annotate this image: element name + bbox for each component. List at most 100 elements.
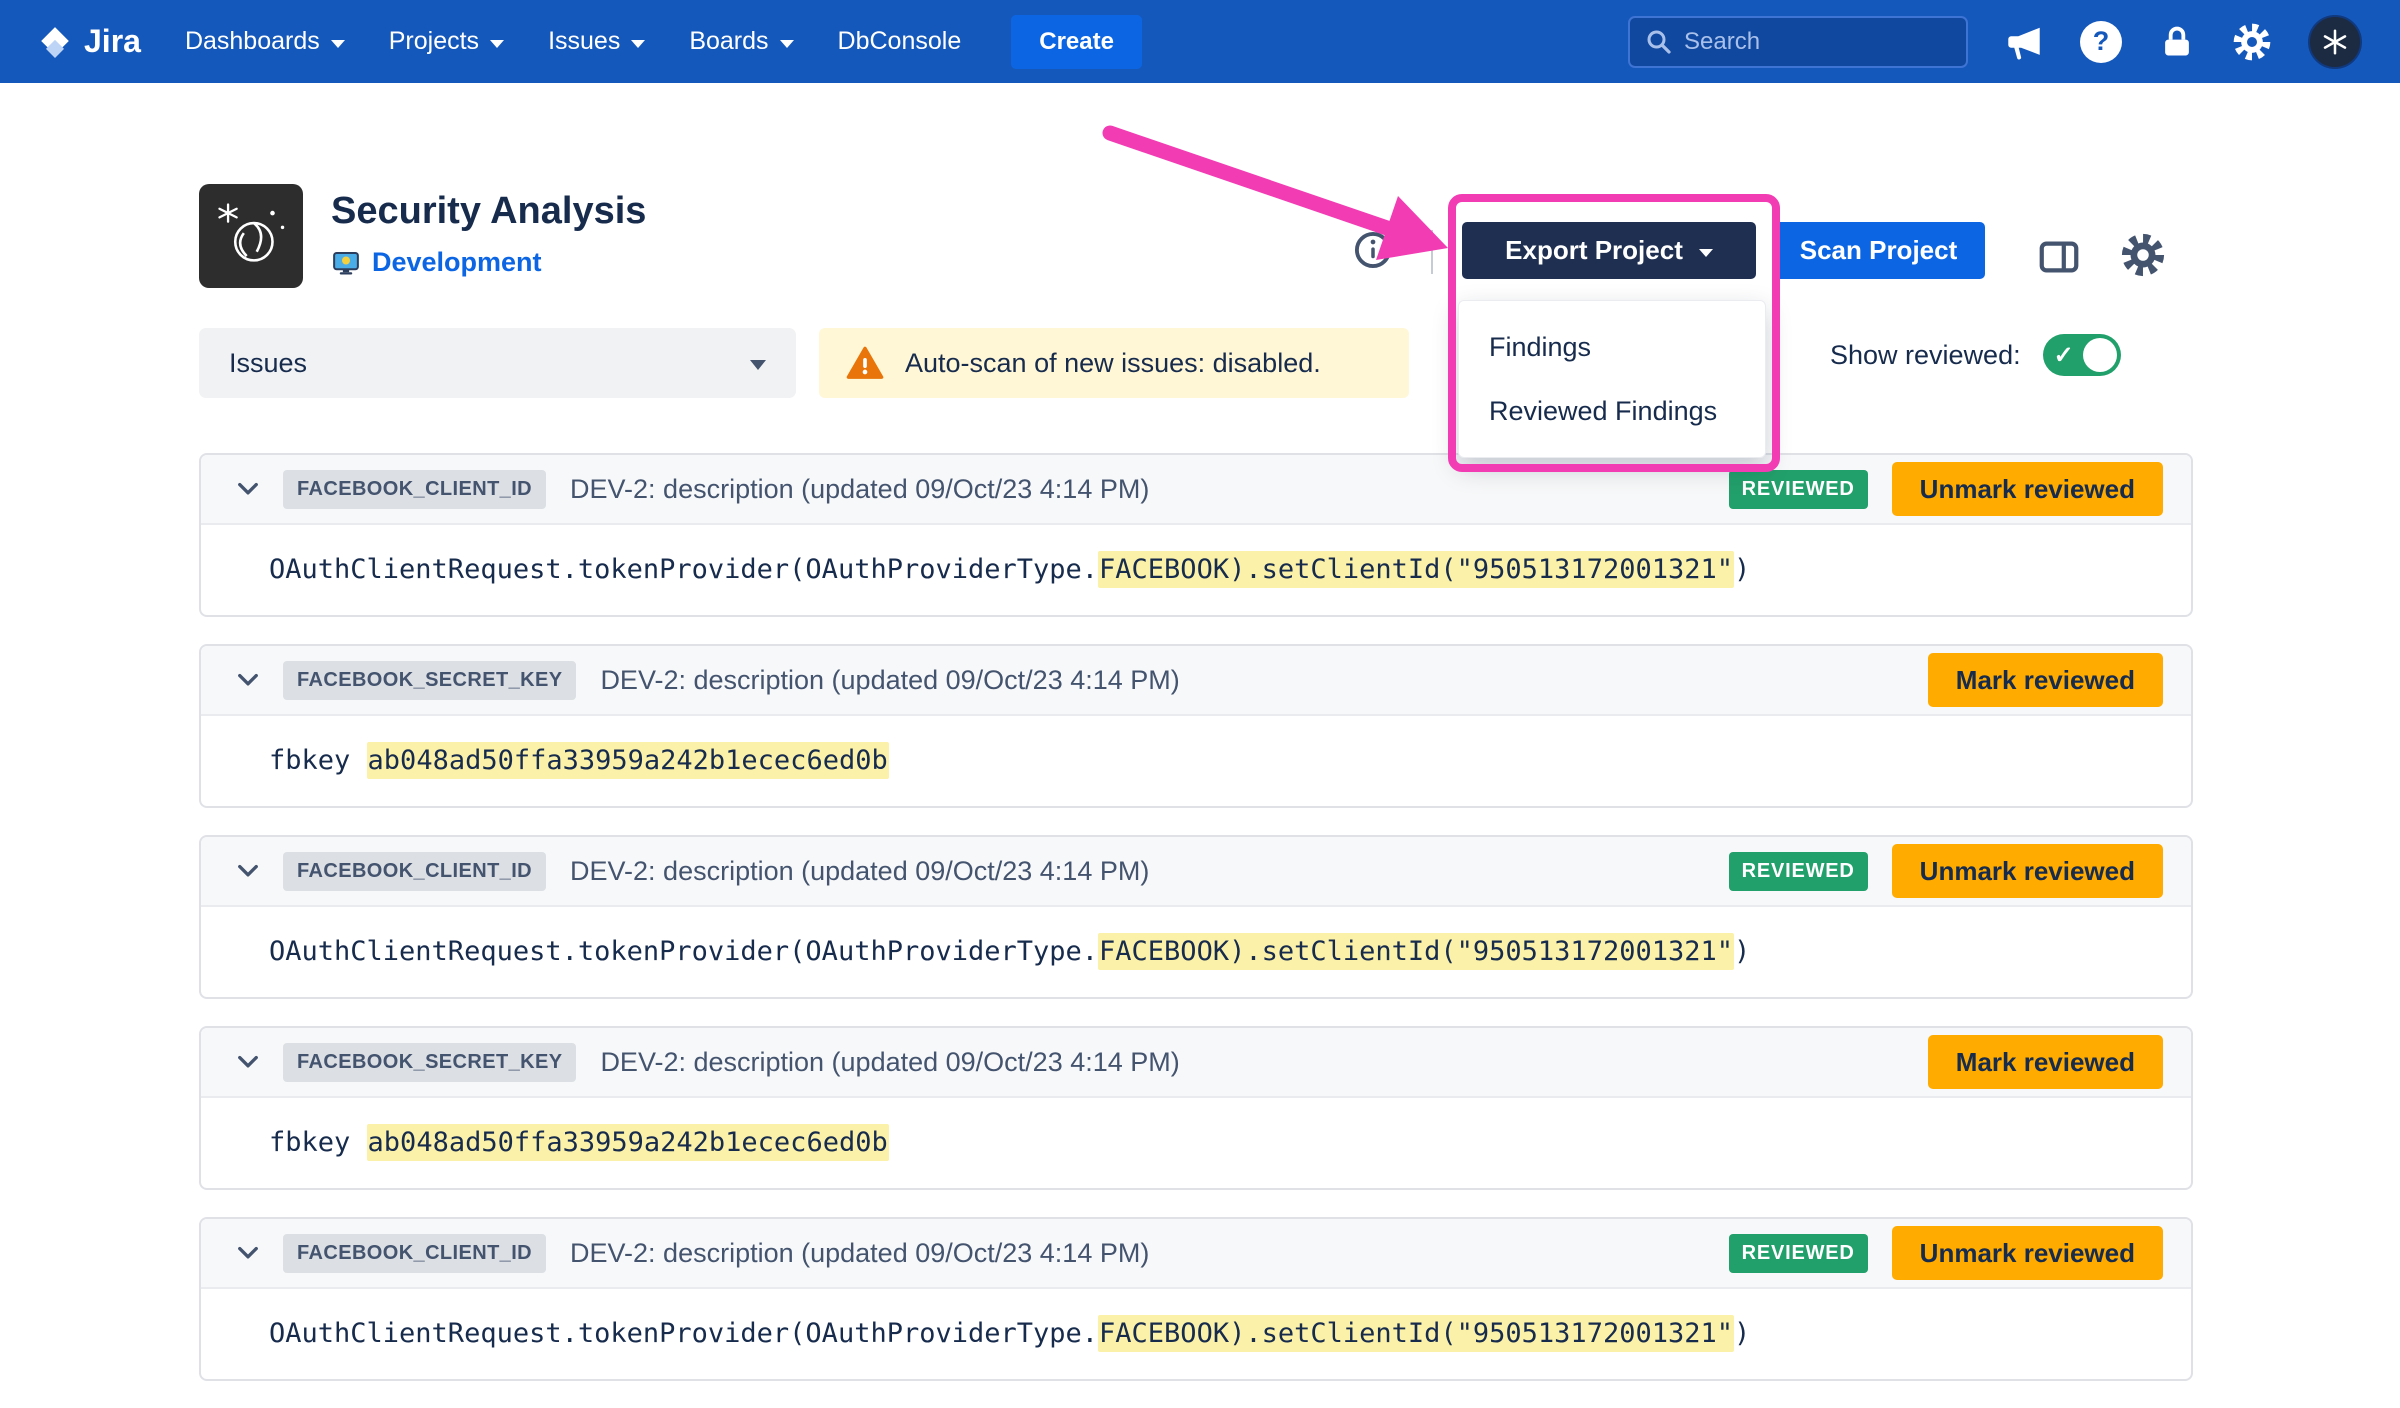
expand-chevron-icon[interactable] xyxy=(237,673,259,687)
findings-list: FACEBOOK_CLIENT_ID DEV-2: description (u… xyxy=(199,453,2193,1408)
header-actions: Mark reviewed xyxy=(1928,653,2163,707)
finding-card-header[interactable]: FACEBOOK_CLIENT_ID DEV-2: description (u… xyxy=(201,455,2191,525)
project-avatar-art xyxy=(208,193,294,279)
search-icon xyxy=(1644,27,1674,57)
jira-logo[interactable]: Jira xyxy=(38,23,141,60)
code-segment-highlighted: FACEBOOK).setClientId("950513172001321" xyxy=(1098,551,1734,588)
mark-reviewed-button[interactable]: Mark reviewed xyxy=(1928,653,2163,707)
expand-chevron-icon[interactable] xyxy=(237,1246,259,1260)
issues-filter-value: Issues xyxy=(229,348,307,379)
info-button[interactable] xyxy=(1352,229,1394,271)
header-actions: REVIEWED Unmark reviewed xyxy=(1729,844,2163,898)
finding-title: DEV-2: description (updated 09/Oct/23 4:… xyxy=(570,1238,1149,1269)
code-segment: ) xyxy=(1734,1318,1750,1349)
settings-button[interactable] xyxy=(2120,232,2166,278)
show-reviewed-toggle[interactable] xyxy=(2043,334,2121,376)
chevron-down-icon xyxy=(780,40,794,48)
megaphone-icon xyxy=(2004,22,2044,62)
nav-item-boards[interactable]: Boards xyxy=(689,27,793,56)
page: Jira Dashboards Projects Issues Boards D… xyxy=(0,0,2400,1400)
mark-reviewed-button[interactable]: Mark reviewed xyxy=(1928,1035,2163,1089)
lock-icon xyxy=(2158,23,2196,61)
help-icon xyxy=(2080,21,2122,63)
finding-card: FACEBOOK_SECRET_KEY DEV-2: description (… xyxy=(199,1026,2193,1190)
finding-type-badge: FACEBOOK_SECRET_KEY xyxy=(283,661,576,700)
avatar-snowflake-icon xyxy=(2320,27,2350,57)
show-reviewed-control: Show reviewed: xyxy=(1830,334,2121,376)
unmark-reviewed-button[interactable]: Unmark reviewed xyxy=(1892,462,2163,516)
nav-item-label: DbConsole xyxy=(838,27,962,56)
issues-filter-select[interactable]: Issues xyxy=(199,328,796,398)
autoscan-warning-banner: Auto-scan of new issues: disabled. xyxy=(819,328,1409,398)
toggle-knob xyxy=(2083,338,2117,372)
admin-settings-button[interactable] xyxy=(2232,22,2272,62)
finding-card-header[interactable]: FACEBOOK_CLIENT_ID DEV-2: description (u… xyxy=(201,1219,2191,1289)
nav-item-label: Issues xyxy=(548,27,620,56)
nav-item-label: Projects xyxy=(389,27,479,56)
unmark-reviewed-button[interactable]: Unmark reviewed xyxy=(1892,844,2163,898)
nav-item-dbconsole[interactable]: DbConsole xyxy=(838,27,962,56)
export-menu-item-reviewed-findings[interactable]: Reviewed Findings xyxy=(1459,379,1765,443)
search-input[interactable] xyxy=(1684,28,1952,56)
finding-card-header[interactable]: FACEBOOK_CLIENT_ID DEV-2: description (u… xyxy=(201,837,2191,907)
finding-type-badge: FACEBOOK_CLIENT_ID xyxy=(283,470,546,509)
export-project-label: Export Project xyxy=(1505,235,1683,266)
code-segment-highlighted: ab048ad50ffa33959a242b1ecec6ed0b xyxy=(367,742,889,779)
project-link[interactable]: Development xyxy=(372,247,542,278)
finding-title: DEV-2: description (updated 09/Oct/23 4:… xyxy=(600,665,1179,696)
scan-project-button[interactable]: Scan Project xyxy=(1772,222,1985,279)
details-panel-button[interactable] xyxy=(2036,234,2082,280)
unmark-reviewed-button[interactable]: Unmark reviewed xyxy=(1892,1226,2163,1280)
jira-logo-label: Jira xyxy=(84,23,141,60)
code-segment: fbkey xyxy=(269,745,367,776)
nav-item-issues[interactable]: Issues xyxy=(548,27,645,56)
navbar-left: Jira Dashboards Projects Issues Boards D… xyxy=(38,15,1142,69)
reviewed-badge: REVIEWED xyxy=(1729,470,1868,509)
finding-card: FACEBOOK_CLIENT_ID DEV-2: description (u… xyxy=(199,835,2193,999)
page-title: Security Analysis xyxy=(331,190,646,233)
finding-type-badge: FACEBOOK_CLIENT_ID xyxy=(283,852,546,891)
code-segment: ) xyxy=(1734,554,1750,585)
project-header: Security Analysis Development xyxy=(199,184,646,288)
nav-item-dashboards[interactable]: Dashboards xyxy=(185,27,345,56)
finding-card-header[interactable]: FACEBOOK_SECRET_KEY DEV-2: description (… xyxy=(201,646,2191,716)
nav-item-label: Dashboards xyxy=(185,27,320,56)
finding-title: DEV-2: description (updated 09/Oct/23 4:… xyxy=(570,856,1149,887)
help-button[interactable] xyxy=(2080,21,2122,63)
create-button[interactable]: Create xyxy=(1011,15,1142,69)
chevron-down-icon xyxy=(490,40,504,48)
gear-icon xyxy=(2120,232,2166,278)
user-avatar[interactable] xyxy=(2308,15,2362,69)
sidebar-layout-icon xyxy=(2036,234,2082,280)
security-button[interactable] xyxy=(2158,23,2196,61)
finding-code: OAuthClientRequest.tokenProvider(OAuthPr… xyxy=(201,907,2191,997)
finding-card: FACEBOOK_CLIENT_ID DEV-2: description (u… xyxy=(199,453,2193,617)
search-box[interactable] xyxy=(1628,16,1968,68)
nav-item-projects[interactable]: Projects xyxy=(389,27,504,56)
project-titles: Security Analysis Development xyxy=(331,184,646,288)
finding-type-badge: FACEBOOK_CLIENT_ID xyxy=(283,1234,546,1273)
finding-card-header[interactable]: FACEBOOK_SECRET_KEY DEV-2: description (… xyxy=(201,1028,2191,1098)
code-segment-highlighted: ab048ad50ffa33959a242b1ecec6ed0b xyxy=(367,1124,889,1161)
header-actions: REVIEWED Unmark reviewed xyxy=(1729,1226,2163,1280)
expand-chevron-icon[interactable] xyxy=(237,482,259,496)
project-line: Development xyxy=(331,247,646,278)
export-project-button[interactable]: Export Project xyxy=(1462,222,1756,279)
code-segment: OAuthClientRequest.tokenProvider(OAuthPr… xyxy=(269,936,1098,967)
chevron-down-icon xyxy=(1699,249,1713,257)
reviewed-badge: REVIEWED xyxy=(1729,852,1868,891)
warning-icon xyxy=(845,343,885,383)
finding-code: fbkey ab048ad50ffa33959a242b1ecec6ed0b xyxy=(201,1098,2191,1188)
export-menu-item-findings[interactable]: Findings xyxy=(1459,315,1765,379)
expand-chevron-icon[interactable] xyxy=(237,864,259,878)
check-icon xyxy=(2054,341,2074,370)
show-reviewed-label: Show reviewed: xyxy=(1830,340,2021,371)
finding-card: FACEBOOK_CLIENT_ID DEV-2: description (u… xyxy=(199,1217,2193,1381)
announcements-button[interactable] xyxy=(2004,22,2044,62)
code-segment: OAuthClientRequest.tokenProvider(OAuthPr… xyxy=(269,1318,1098,1349)
expand-chevron-icon[interactable] xyxy=(237,1055,259,1069)
finding-code: OAuthClientRequest.tokenProvider(OAuthPr… xyxy=(201,1289,2191,1379)
finding-title: DEV-2: description (updated 09/Oct/23 4:… xyxy=(570,474,1149,505)
chevron-down-icon xyxy=(331,40,345,48)
top-navbar: Jira Dashboards Projects Issues Boards D… xyxy=(0,0,2400,83)
